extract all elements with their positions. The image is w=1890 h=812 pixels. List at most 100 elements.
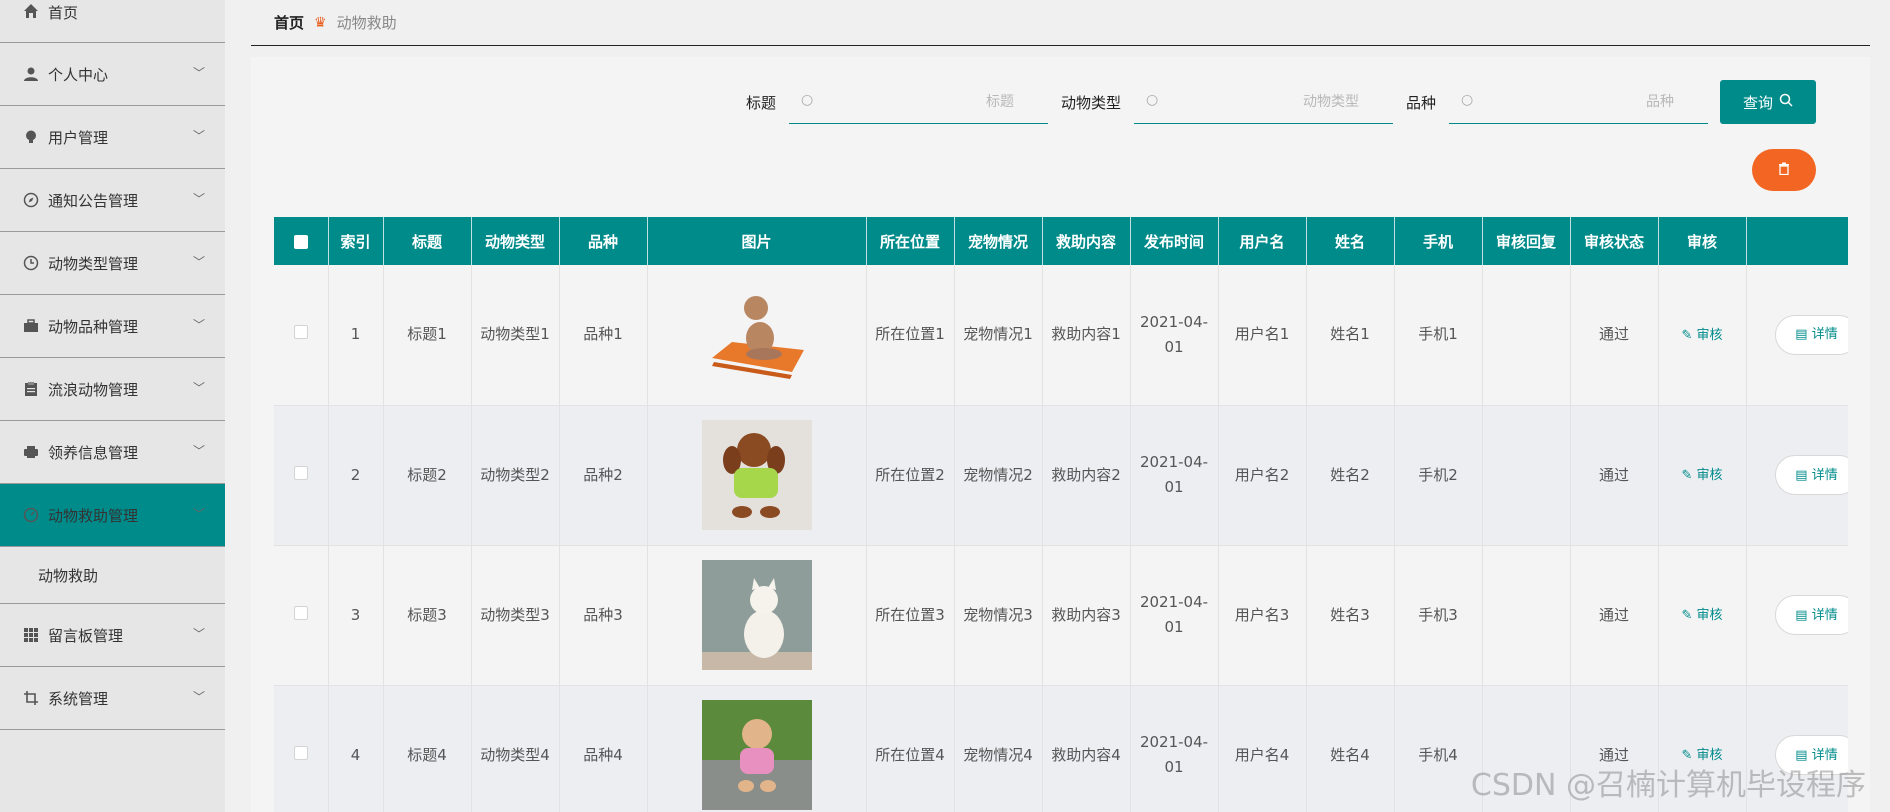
column-header[interactable]: 用户名 xyxy=(1218,217,1307,265)
row-checkbox[interactable] xyxy=(293,745,308,760)
cell-actions: ▤ 详情 xyxy=(1746,545,1848,686)
submenu-item-animal-rescue[interactable]: 动物救助 xyxy=(0,547,225,604)
cell-phone: 手机4 xyxy=(1394,685,1483,812)
column-header[interactable]: 手机 xyxy=(1394,217,1483,265)
sidebar-item-system-management[interactable]: 系统管理 ﹀ xyxy=(0,667,225,730)
sidebar-item-personal-center[interactable]: 个人中心 ﹀ xyxy=(0,43,225,106)
cell-image xyxy=(647,685,867,812)
column-header[interactable]: 宠物情况 xyxy=(954,217,1043,265)
select-all-checkbox[interactable] xyxy=(293,234,308,249)
cell-title: 标题4 xyxy=(383,685,472,812)
sidebar-item-stray-animal-management[interactable]: 流浪动物管理 ﹀ xyxy=(0,358,225,421)
chevron-down-icon: ﹀ xyxy=(192,128,205,143)
cell-username: 用户名1 xyxy=(1218,265,1307,406)
column-header[interactable]: 审核状态 xyxy=(1570,217,1659,265)
breed-search-input[interactable] xyxy=(1449,80,1708,123)
column-header[interactable]: 标题 xyxy=(383,217,472,265)
type-search-input[interactable] xyxy=(1133,80,1393,123)
cell-breed: 品种4 xyxy=(559,685,648,812)
column-header[interactable]: 发布时间 xyxy=(1130,217,1219,265)
query-button-label: 查询 xyxy=(1742,93,1773,112)
detail-button-label: 详情 xyxy=(1811,327,1838,343)
table-row[interactable]: 1 标题1 动物类型1 品种1 所在位置1 宠物情况1 救助内容1 2021-0… xyxy=(274,265,1848,406)
chevron-down-icon: ﹀ xyxy=(192,254,205,269)
cell-phone: 手机3 xyxy=(1394,545,1483,686)
audit-link[interactable]: ✎ 审核 xyxy=(1681,608,1722,623)
column-header[interactable]: 图片 xyxy=(647,217,867,265)
cell-publish-time: 2021-04-01 xyxy=(1130,545,1219,686)
cell-index: 3 xyxy=(328,545,384,686)
select-all-header xyxy=(274,217,329,265)
cell-publish-time: 2021-04-01 xyxy=(1130,405,1219,546)
sidebar-item-adoption-management[interactable]: 领养信息管理 ﹀ xyxy=(0,421,225,484)
sidebar-item-animal-breed-management[interactable]: 动物品种管理 ﹀ xyxy=(0,295,225,358)
column-header[interactable]: 索引 xyxy=(328,217,384,265)
home-icon xyxy=(22,2,40,20)
search-form: 标题 ○ 动物类型 ○ 品种 ○ 查询 xyxy=(733,80,1816,124)
table-header-row: 索引 标题 动物类型 品种 图片 所在位置 宠物情况 救助内容 发布时间 用户名… xyxy=(274,217,1848,265)
cell-type: 动物类型3 xyxy=(471,545,560,686)
column-header[interactable]: 审核回复 xyxy=(1482,217,1571,265)
audit-link-label: 审核 xyxy=(1696,468,1723,483)
chevron-down-icon: ﹀ xyxy=(192,380,205,395)
cell-publish-time: 2021-04-01 xyxy=(1130,685,1219,812)
cell-name: 姓名2 xyxy=(1306,405,1395,546)
detail-button[interactable]: ▤ 详情 xyxy=(1774,455,1848,495)
row-checkbox[interactable] xyxy=(293,465,308,480)
row-select-cell xyxy=(274,545,329,686)
sidebar-item-label: 动物救助管理 xyxy=(48,506,139,525)
cell-audit-status: 通过 xyxy=(1570,265,1659,406)
cell-breed: 品种1 xyxy=(559,265,648,406)
table-row[interactable]: 3 标题3 动物类型3 品种3 所在位置3 宠物情况3 救助内容3 2021-0… xyxy=(274,545,1848,686)
title-search-input[interactable] xyxy=(788,80,1048,123)
sidebar-item-animal-rescue-management[interactable]: 动物救助管理 ﹀ xyxy=(0,484,225,547)
column-header[interactable]: 姓名 xyxy=(1306,217,1395,265)
sidebar-item-label: 首页 xyxy=(48,4,79,22)
row-checkbox[interactable] xyxy=(293,605,308,620)
edit-icon: ✎ xyxy=(1681,468,1693,483)
audit-link[interactable]: ✎ 审核 xyxy=(1681,328,1722,343)
column-header[interactable]: 动物类型 xyxy=(471,217,560,265)
cell-location: 所在位置3 xyxy=(866,545,955,686)
cell-audit: ✎ 审核 xyxy=(1658,265,1747,406)
column-header[interactable]: 救助内容 xyxy=(1042,217,1131,265)
breed-search-label: 品种 xyxy=(1405,93,1436,112)
sidebar-item-label: 通知公告管理 xyxy=(48,191,139,210)
row-checkbox[interactable] xyxy=(293,325,308,340)
row-select-cell xyxy=(274,265,329,406)
audit-link[interactable]: ✎ 审核 xyxy=(1681,468,1722,483)
sidebar: 首页 个人中心 ﹀ 用户管理 ﹀ 通知公告管理 ﹀ 动物类型管理 ﹀ 动物品种管… xyxy=(0,0,225,812)
sidebar-item-home[interactable]: 首页 xyxy=(0,0,225,43)
title-search-label: 标题 xyxy=(745,93,776,112)
detail-button[interactable]: ▤ 详情 xyxy=(1774,595,1848,635)
query-button[interactable]: 查询 xyxy=(1720,80,1816,124)
chevron-down-icon: ﹀ xyxy=(192,626,205,641)
printer-icon xyxy=(22,443,40,461)
document-icon: ▤ xyxy=(1795,467,1808,483)
column-header[interactable]: 所在位置 xyxy=(866,217,955,265)
dog-image xyxy=(701,420,812,530)
sidebar-item-label: 动物类型管理 xyxy=(48,254,139,273)
app-root: 首页 个人中心 ﹀ 用户管理 ﹀ 通知公告管理 ﹀ 动物类型管理 ﹀ 动物品种管… xyxy=(0,0,1890,812)
detail-button[interactable]: ▤ 详情 xyxy=(1774,314,1848,355)
cell-rescue-content: 救助内容1 xyxy=(1042,265,1131,406)
column-header[interactable]: 品种 xyxy=(559,217,648,265)
sidebar-item-user-management[interactable]: 用户管理 ﹀ xyxy=(0,106,225,169)
grid-icon xyxy=(22,626,40,644)
clock-icon xyxy=(22,254,40,272)
column-header[interactable]: 审核 xyxy=(1658,217,1747,265)
briefcase-icon xyxy=(22,317,40,335)
cell-image xyxy=(647,265,867,406)
sidebar-item-message-board-management[interactable]: 留言板管理 ﹀ xyxy=(0,604,225,667)
sidebar-item-label: 用户管理 xyxy=(48,128,109,147)
sidebar-item-notice-management[interactable]: 通知公告管理 ﹀ xyxy=(0,169,225,232)
cell-audit-reply xyxy=(1482,545,1571,686)
breadcrumb-home[interactable]: 首页 xyxy=(274,12,304,33)
detail-button-label: 详情 xyxy=(1811,607,1838,623)
table-row[interactable]: 2 标题2 动物类型2 品种2 所在位置2 宠物情况2 救助内容2 2021-0… xyxy=(274,405,1848,546)
watermark: CSDN @召楠计算机毕设程序 xyxy=(1470,768,1866,803)
cell-index: 1 xyxy=(328,265,384,406)
type-search-field: ○ xyxy=(1133,80,1393,124)
sidebar-item-animal-type-management[interactable]: 动物类型管理 ﹀ xyxy=(0,232,225,295)
delete-button[interactable] xyxy=(1752,149,1816,191)
